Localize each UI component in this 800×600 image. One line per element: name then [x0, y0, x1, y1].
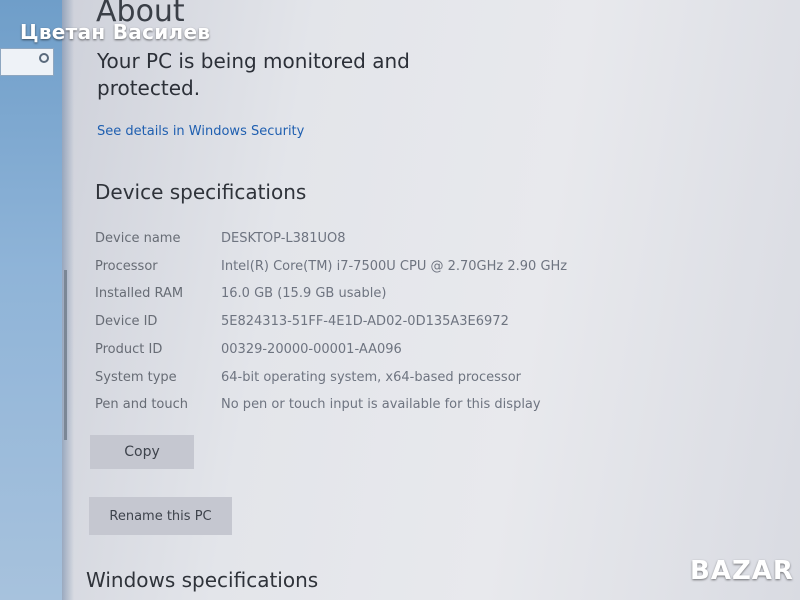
rename-pc-button[interactable]: Rename this PC	[89, 497, 232, 535]
spec-label: System type	[95, 370, 177, 385]
copy-button[interactable]: Copy	[90, 435, 194, 469]
spec-value: Intel(R) Core(TM) i7-7500U CPU @ 2.70GHz…	[221, 259, 568, 274]
spec-value: 16.0 GB (15.9 GB usable)	[221, 286, 387, 301]
seller-watermark: Цветан Василев	[20, 20, 211, 44]
bazar-logo: BAZAR	[690, 556, 794, 586]
spec-value: 00329-20000-00001-AA096	[221, 342, 402, 357]
spec-label: Product ID	[95, 342, 163, 357]
spec-label: Installed RAM	[95, 286, 184, 301]
security-status-text: Your PC is being monitored and protected…	[97, 49, 410, 100]
spec-value: 5E824313-51FF-4E1D-AD02-0D135A3E6972	[221, 314, 509, 329]
search-icon[interactable]	[39, 53, 49, 63]
spec-value: 64-bit operating system, x64-based proce…	[221, 370, 521, 385]
spec-label: Device name	[95, 231, 181, 246]
settings-sidebar	[0, 0, 62, 600]
search-input[interactable]	[0, 48, 54, 76]
windows-specifications-title: Windows specifications	[86, 568, 319, 592]
scrollbar[interactable]	[64, 270, 67, 440]
spec-label: Processor	[95, 259, 158, 274]
spec-value: DESKTOP-L381UO8	[221, 231, 346, 246]
spec-value: No pen or touch input is available for t…	[221, 397, 541, 412]
device-specifications-title: Device specifications	[95, 180, 307, 204]
settings-about-screen: About Your PC is being monitored and pro…	[0, 0, 800, 600]
windows-security-link[interactable]: See details in Windows Security	[97, 124, 304, 139]
spec-label: Pen and touch	[95, 397, 189, 412]
spec-label: Device ID	[95, 314, 158, 329]
